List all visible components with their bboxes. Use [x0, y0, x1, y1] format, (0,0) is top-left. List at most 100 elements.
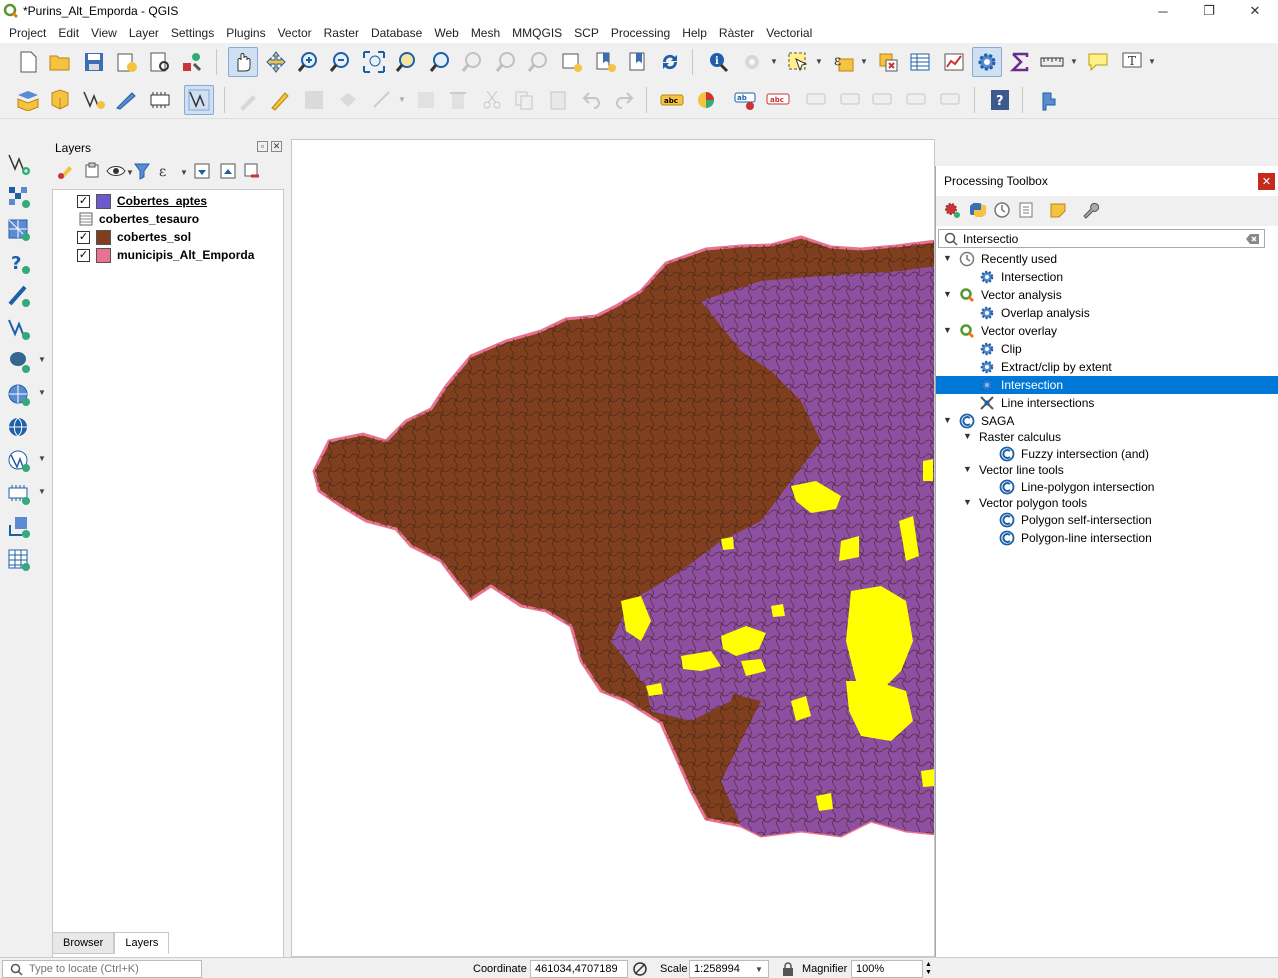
redo-icon[interactable]	[610, 86, 638, 114]
zoom-to-selection-icon[interactable]	[392, 48, 420, 76]
zoom-out-icon[interactable]	[326, 48, 354, 76]
save-edits-icon[interactable]	[300, 86, 328, 114]
layer-styling-icon[interactable]	[54, 159, 78, 183]
filter-legend-icon[interactable]	[130, 159, 154, 183]
restore-button[interactable]: ❐	[1186, 0, 1232, 22]
menu-raster[interactable]: Raster	[318, 26, 365, 40]
expand-arrow-icon[interactable]: ▼	[943, 325, 952, 335]
sum-icon[interactable]	[1006, 48, 1034, 76]
options-wrench-icon[interactable]	[1078, 198, 1102, 222]
add-postgis-icon[interactable]	[5, 348, 33, 376]
show-hide-labels-icon[interactable]	[838, 86, 866, 114]
coordinate-field[interactable]: 461034,4707189	[530, 960, 628, 978]
layer-row[interactable]: ✓ Cobertes_aptes	[53, 192, 281, 210]
expand-arrow-icon[interactable]: ▼	[963, 431, 972, 441]
filter-by-expression-icon[interactable]: ε	[154, 159, 178, 183]
deselect-all-icon[interactable]	[874, 48, 902, 76]
paste-features-icon[interactable]	[544, 86, 572, 114]
add-vector-layer-icon[interactable]	[5, 150, 33, 178]
highlight-pinned-labels-icon[interactable]: abc	[764, 86, 792, 114]
algorithm-group[interactable]: ▼ Raster calculus	[936, 428, 1278, 446]
layer-row[interactable]: ✓ cobertes_sol	[53, 228, 281, 246]
diagram-options-icon[interactable]	[692, 86, 720, 114]
menu-web[interactable]: Web	[428, 26, 464, 40]
add-wms-icon[interactable]	[5, 381, 33, 409]
expand-arrow-icon[interactable]: ▼	[963, 497, 972, 507]
add-wfs-icon[interactable]	[5, 414, 33, 442]
magnifier-spinner[interactable]: ▲ ▼	[925, 961, 932, 977]
modify-attributes-icon[interactable]	[412, 86, 440, 114]
undo-icon[interactable]	[578, 86, 606, 114]
menu-edit[interactable]: Edit	[52, 26, 85, 40]
zoom-last-icon[interactable]	[492, 48, 520, 76]
tab-layers[interactable]: Layers	[114, 932, 170, 954]
menu-help[interactable]: Help	[676, 26, 713, 40]
toolbox-gear-icon[interactable]	[972, 47, 1002, 77]
python-scripts-icon[interactable]	[966, 198, 990, 222]
locator-input[interactable]	[29, 962, 199, 976]
statistical-summary-icon[interactable]	[940, 48, 968, 76]
rotate-label-icon[interactable]	[870, 86, 898, 114]
zoom-next-icon[interactable]	[524, 48, 552, 76]
menu-settings[interactable]: Settings	[165, 26, 220, 40]
lock-scale-icon[interactable]	[781, 961, 795, 977]
menu-vector[interactable]: Vector	[272, 26, 318, 40]
vertex-tool-icon[interactable]	[368, 86, 396, 114]
pan-map-icon[interactable]	[228, 47, 258, 77]
edit-features-in-place-icon[interactable]	[1046, 198, 1070, 222]
menu-mmqgis[interactable]: MMQGIS	[506, 26, 568, 40]
magnifier-field[interactable]: 100%	[851, 960, 923, 978]
show-bookmarks-icon[interactable]	[624, 48, 652, 76]
toolbox-search-input[interactable]	[963, 231, 1243, 246]
attribute-table-icon[interactable]	[906, 48, 934, 76]
actions-icon[interactable]	[738, 48, 766, 76]
float-panel-button[interactable]: ▫	[257, 141, 268, 152]
collapse-all-icon[interactable]	[216, 159, 240, 183]
algorithm-item[interactable]: Intersection	[936, 268, 1278, 286]
algorithm-item[interactable]: Overlap analysis	[936, 304, 1278, 322]
expand-arrow-icon[interactable]: ▼	[963, 464, 972, 474]
add-feature-icon[interactable]	[334, 86, 362, 114]
provider-group[interactable]: ▼ Vector analysis	[936, 286, 1278, 304]
close-window-button[interactable]: ✕	[1232, 0, 1278, 22]
manage-visibility-icon[interactable]	[104, 159, 128, 183]
cut-features-icon[interactable]	[478, 86, 506, 114]
layer-symbol-swatch[interactable]	[96, 247, 111, 263]
label-properties-icon[interactable]	[938, 86, 966, 114]
menu-plugins[interactable]: Plugins	[220, 26, 271, 40]
layer-row[interactable]: ✓ municipis_Alt_Emporda	[53, 246, 281, 264]
menu-project[interactable]: Project	[3, 26, 52, 40]
zoom-full-icon[interactable]	[360, 48, 388, 76]
algorithm-group[interactable]: ▼ Vector line tools	[936, 461, 1278, 479]
provider-group[interactable]: ▼ Recently used	[936, 250, 1278, 268]
select-features-icon[interactable]	[784, 48, 812, 76]
layer-symbol-swatch[interactable]	[96, 229, 111, 245]
menu-vectorial[interactable]: Vectorial	[760, 26, 818, 40]
pin-labels-icon[interactable]: ab	[732, 86, 760, 114]
menu-layer[interactable]: Layer	[123, 26, 165, 40]
menu-r-ster[interactable]: Ràster	[713, 26, 760, 40]
digitize-icon[interactable]	[184, 85, 214, 115]
open-project-icon[interactable]	[46, 48, 74, 76]
zoom-to-layer-icon[interactable]	[426, 48, 454, 76]
algorithm-item[interactable]: Line intersections	[936, 394, 1278, 412]
clear-search-icon[interactable]	[1246, 233, 1260, 245]
toolbox-search[interactable]	[938, 229, 1265, 248]
minimize-button[interactable]: ─	[1140, 0, 1186, 22]
algorithm-item[interactable]: Polygon-line intersection	[936, 529, 1278, 547]
delete-selected-icon[interactable]	[444, 86, 472, 114]
add-spatialite-icon[interactable]	[5, 282, 33, 310]
results-viewer-icon[interactable]	[1014, 198, 1038, 222]
layer-visibility-checkbox[interactable]: ✓	[77, 248, 90, 262]
tab-browser[interactable]: Browser	[52, 932, 115, 954]
algorithm-group[interactable]: ▼ Vector polygon tools	[936, 494, 1278, 512]
help-icon[interactable]: ?	[986, 86, 1014, 114]
add-vector-tile-icon[interactable]	[5, 480, 33, 508]
algorithm-item[interactable]: Clip	[936, 340, 1278, 358]
models-icon[interactable]	[940, 198, 964, 222]
add-virtual-layer-icon[interactable]	[5, 315, 33, 343]
layout-manager-icon[interactable]	[146, 48, 174, 76]
remove-layer-icon[interactable]	[240, 159, 264, 183]
layer-symbol-swatch[interactable]	[96, 193, 111, 209]
menu-view[interactable]: View	[85, 26, 123, 40]
